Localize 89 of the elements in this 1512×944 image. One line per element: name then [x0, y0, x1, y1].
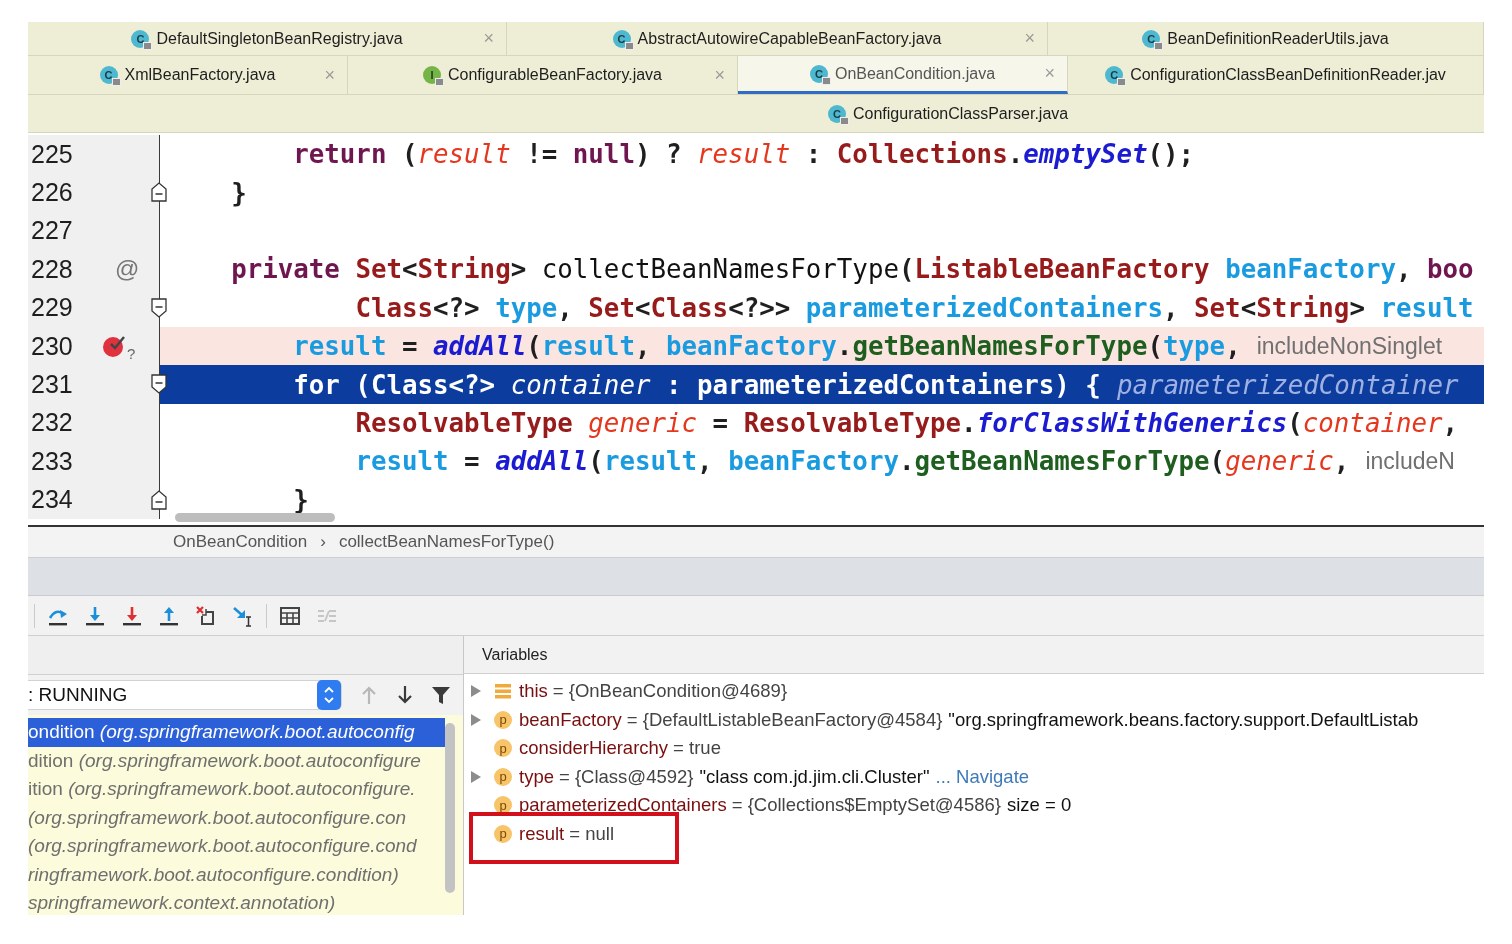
scrollbar-thumb[interactable]	[445, 723, 455, 893]
editor-tab[interactable]: C AbstractAutowireCapableBeanFactory.java ×	[507, 22, 1048, 55]
expand-arrow-icon[interactable]	[470, 712, 482, 727]
class-icon: C	[99, 66, 118, 84]
chevron-icon: ›	[320, 532, 326, 552]
variable-name: type	[519, 765, 554, 788]
class-icon: C	[1105, 66, 1124, 84]
variable-value: = {Class@4592}	[558, 765, 694, 788]
question-mark: ?	[127, 344, 136, 362]
run-to-cursor-icon[interactable]	[232, 604, 254, 627]
variable-name: beanFactory	[519, 708, 622, 731]
at-sign-icon: @	[115, 255, 140, 284]
code-line: return (result != null) ? result : Collections.emptySet();	[293, 139, 1195, 170]
interface-icon: I	[422, 66, 441, 84]
stack-frame[interactable]: springframework.context.annotation)	[28, 889, 445, 915]
code-line: result = addAll(result, beanFactory.getBeanNamesForType(generic,	[355, 446, 1350, 477]
class-icon: C	[828, 104, 846, 123]
step-into-icon[interactable]	[84, 604, 106, 627]
variable-detail: size = 0	[1006, 794, 1072, 817]
force-step-into-icon[interactable]	[121, 604, 143, 627]
stack-frame[interactable]: (org.springframework.boot.autoconfigure.cond	[28, 832, 445, 861]
stepper-icon[interactable]	[317, 680, 341, 710]
inlay-hint: parameterizedContainer	[1116, 369, 1459, 400]
line-number: 232	[30, 408, 74, 438]
parameter-icon: p	[494, 739, 512, 758]
expand-arrow-icon[interactable]	[470, 769, 482, 784]
editor-tab[interactable]: C BeanDefinitionReaderUtils.java	[1048, 22, 1484, 55]
parameter-icon: p	[494, 824, 512, 843]
line-number: 234	[30, 485, 74, 515]
fold-marker-icon[interactable]	[151, 182, 168, 204]
line-number: 229	[30, 293, 74, 323]
variable-detail: "class com.jd.jim.cli.Cluster"	[699, 765, 930, 788]
editor-tab[interactable]: C OnBeanCondition.java ×	[738, 56, 1068, 94]
variable-name: considerHierarchy	[519, 737, 669, 760]
fold-marker-icon[interactable]	[151, 374, 168, 396]
editor-tab[interactable]: C DefaultSingletonBeanRegistry.java ×	[28, 22, 507, 55]
fields-icon	[494, 682, 512, 701]
stack-frame[interactable]: ringframework.boot.autoconfigure.condition)	[28, 860, 445, 889]
breakpoint-icon[interactable]	[103, 334, 127, 359]
class-icon: C	[809, 64, 828, 83]
scrollbar-thumb[interactable]	[175, 513, 335, 522]
variable-value: = null	[569, 822, 614, 845]
code-line: for (Class<?> container : parameterizedContainers) {	[293, 369, 1101, 400]
inlay-hint: includeN	[1365, 447, 1455, 475]
variable-detail: "org.springframework.beans.factory.support.DefaultListab	[948, 708, 1419, 731]
code-line: Class<?> type, Set<Class<?>> parameterizedContainers, Set<String> result	[355, 292, 1474, 323]
code-line: }	[293, 484, 309, 515]
editor-tab[interactable]: C XmlBeanFactory.java ×	[28, 56, 348, 94]
variable-value: = {Collections$EmptySet@4586}	[731, 794, 1001, 817]
calculator-icon[interactable]	[279, 604, 301, 627]
class-icon: C	[131, 29, 150, 48]
line-number: 225	[30, 139, 74, 169]
class-icon: C	[612, 29, 631, 48]
code-line: result = addAll(result, beanFactory.getBeanNamesForType(type,	[293, 331, 1241, 362]
parameter-icon: p	[494, 767, 512, 786]
inlay-hint: includeNonSinglet	[1256, 332, 1443, 360]
expand-arrow-icon[interactable]	[470, 684, 482, 699]
code-line: }	[231, 177, 247, 208]
thread-dropdown[interactable]: : RUNNING	[28, 680, 342, 710]
variable-name: this	[519, 680, 548, 703]
navigate-link[interactable]: ... Navigate	[935, 765, 1030, 788]
stack-frame[interactable]: dition (org.springframework.boot.autoconfigure	[28, 746, 445, 775]
line-number: 227	[30, 216, 74, 246]
panel-title: Variables	[464, 636, 1484, 674]
variable-name: parameterizedContainers	[519, 794, 727, 817]
line-number: 233	[30, 446, 74, 476]
breadcrumb-item[interactable]: collectBeanNamesForType()	[338, 532, 555, 552]
code-line: private Set<String> collectBeanNamesForType(ListableBeanFactory beanFactory, boo	[231, 254, 1474, 285]
parameter-icon: p	[494, 710, 512, 729]
line-number: 230	[30, 331, 74, 361]
variable-value: = true	[673, 737, 721, 760]
line-number: 226	[30, 178, 74, 208]
variable-name: result	[519, 822, 565, 845]
line-number: 231	[30, 370, 74, 400]
variable-value: = {OnBeanCondition@4689}	[552, 680, 788, 703]
editor-tab[interactable]: C ConfigurationClassBeanDefinitionReader.jav	[1068, 56, 1484, 94]
breadcrumb-item[interactable]: OnBeanCondition	[173, 532, 308, 552]
stack-frame[interactable]: ondition (org.springframework.boot.autoconfig	[28, 718, 445, 747]
stack-frame[interactable]: ition (org.springframework.boot.autoconfigure.	[28, 775, 445, 804]
code-line: ResolvableType generic = ResolvableType.forClassWithGenerics(container,	[355, 407, 1459, 438]
variable-value: = {DefaultListableBeanFactory@4584}	[626, 708, 943, 731]
fold-marker-icon[interactable]	[151, 297, 168, 319]
editor-tab[interactable]: C ConfigurationClassParser.java	[828, 95, 1069, 132]
class-icon: C	[1142, 29, 1161, 48]
stack-frame[interactable]: (org.springframework.boot.autoconfigure.con	[28, 803, 445, 832]
drop-frame-icon[interactable]	[195, 604, 217, 627]
filter-icon[interactable]	[430, 684, 452, 706]
fold-marker-icon[interactable]	[151, 489, 168, 511]
line-number: 228	[30, 254, 74, 284]
